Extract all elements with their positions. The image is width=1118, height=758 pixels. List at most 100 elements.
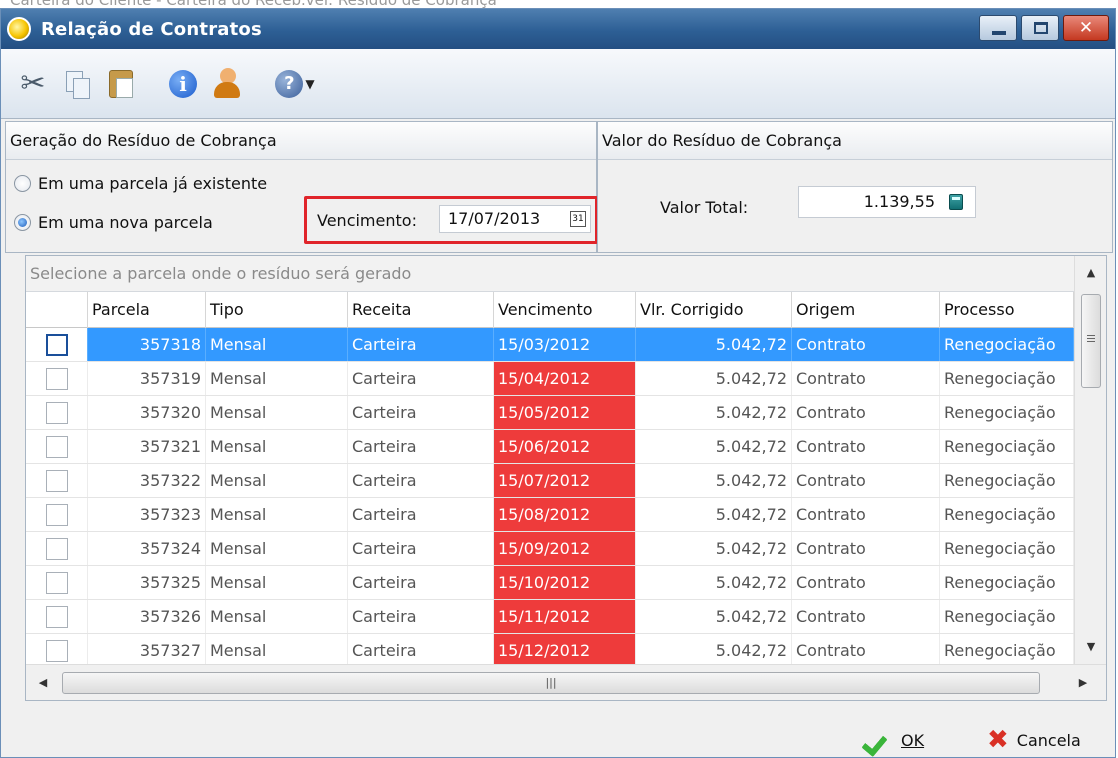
ok-button[interactable]: OK [863, 723, 924, 757]
minimize-button[interactable] [979, 15, 1017, 41]
user-icon [212, 67, 242, 100]
cell-vencimento: 15/06/2012 [494, 430, 636, 463]
row-checkbox[interactable] [45, 605, 68, 628]
maximize-button[interactable] [1021, 15, 1059, 41]
user-button[interactable] [207, 64, 247, 104]
cell-vencimento: 15/12/2012 [494, 634, 636, 667]
cell-parcela: 357324 [88, 532, 206, 565]
radio-new[interactable] [14, 214, 31, 231]
column-header-receita[interactable]: Receita [348, 292, 494, 328]
window-title: Relação de Contratos [41, 18, 262, 40]
ok-label: OK [901, 730, 925, 750]
column-header-select[interactable] [26, 292, 88, 328]
app-logo-icon [7, 17, 31, 41]
cell-processo: Renegociação [940, 498, 1074, 531]
cell-receita: Carteira [348, 396, 494, 429]
horizontal-scroll-thumb[interactable]: ||| [62, 672, 1040, 694]
option-new-installment[interactable]: Em uma nova parcela [14, 213, 213, 232]
cell-receita: Carteira [348, 498, 494, 531]
column-header-processo[interactable]: Processo [940, 292, 1074, 328]
cell-receita: Carteira [348, 600, 494, 633]
cell-origem: Contrato [792, 464, 940, 497]
row-checkbox[interactable] [45, 503, 68, 526]
close-button[interactable]: ✕ [1063, 15, 1109, 41]
residue-generation-panel: Geração do Resíduo de Cobrança Em uma pa… [5, 121, 598, 253]
cell-tipo: Mensal [206, 328, 348, 361]
total-value-input[interactable]: 1.139,55 [798, 186, 976, 218]
cell-processo: Renegociação [940, 566, 1074, 599]
total-value-label: Valor Total: [660, 198, 749, 217]
vertical-scrollbar[interactable]: ▲ ▼ [1074, 256, 1106, 664]
cell-valor: 5.042,72 [636, 464, 792, 497]
grid-caption: Selecione a parcela onde o resíduo será … [26, 256, 1074, 292]
table-row[interactable]: 357323 Mensal Carteira 15/08/2012 5.042,… [26, 498, 1074, 532]
column-header-vencimento[interactable]: Vencimento [494, 292, 636, 328]
row-checkbox[interactable] [45, 537, 68, 560]
option-existing-installment[interactable]: Em uma parcela já existente [14, 174, 267, 193]
copy-icon [66, 70, 90, 99]
scroll-down-icon[interactable]: ▼ [1075, 630, 1106, 664]
row-checkbox[interactable] [45, 333, 68, 356]
column-header-origem[interactable]: Origem [792, 292, 940, 328]
maximize-icon [1034, 22, 1048, 34]
cell-vencimento: 15/05/2012 [494, 396, 636, 429]
table-row[interactable]: 357320 Mensal Carteira 15/05/2012 5.042,… [26, 396, 1074, 430]
cell-receita: Carteira [348, 634, 494, 667]
cell-tipo: Mensal [206, 362, 348, 395]
cell-valor: 5.042,72 [636, 498, 792, 531]
cell-origem: Contrato [792, 634, 940, 667]
cell-vencimento: 15/11/2012 [494, 600, 636, 633]
cell-origem: Contrato [792, 362, 940, 395]
scroll-up-icon[interactable]: ▲ [1075, 256, 1106, 290]
cut-button[interactable]: ✂ [13, 64, 53, 104]
row-checkbox[interactable] [45, 367, 68, 390]
table-row[interactable]: 357319 Mensal Carteira 15/04/2012 5.042,… [26, 362, 1074, 396]
cancel-button[interactable]: ✖ Cancela [987, 723, 1081, 757]
calculator-icon[interactable] [949, 194, 963, 210]
help-button[interactable]: ? ▼ [269, 64, 321, 104]
row-checkbox[interactable] [45, 571, 68, 594]
radio-existing[interactable] [14, 175, 31, 192]
table-row[interactable]: 357325 Mensal Carteira 15/10/2012 5.042,… [26, 566, 1074, 600]
info-button[interactable]: i [163, 64, 203, 104]
help-icon: ? [275, 69, 304, 98]
table-row[interactable]: 357324 Mensal Carteira 15/09/2012 5.042,… [26, 532, 1074, 566]
vertical-scroll-thumb[interactable] [1081, 294, 1101, 388]
cell-processo: Renegociação [940, 600, 1074, 633]
title-bar[interactable]: Relação de Contratos ✕ [1, 9, 1115, 49]
cell-receita: Carteira [348, 566, 494, 599]
table-row[interactable]: 357318 Mensal Carteira 15/03/2012 5.042,… [26, 328, 1074, 362]
row-checkbox[interactable] [45, 401, 68, 424]
column-header-tipo[interactable]: Tipo [206, 292, 348, 328]
horizontal-scrollbar[interactable]: ◀ ||| ▶ [26, 664, 1106, 700]
cell-tipo: Mensal [206, 498, 348, 531]
row-checkbox[interactable] [45, 469, 68, 492]
table-row[interactable]: 357322 Mensal Carteira 15/07/2012 5.042,… [26, 464, 1074, 498]
cell-valor: 5.042,72 [636, 396, 792, 429]
column-header-parcela[interactable]: Parcela [88, 292, 206, 328]
table-row[interactable]: 357327 Mensal Carteira 15/12/2012 5.042,… [26, 634, 1074, 668]
copy-button[interactable] [57, 64, 97, 104]
calendar-icon[interactable]: 31 [570, 211, 586, 227]
cell-valor: 5.042,72 [636, 566, 792, 599]
due-date-label: Vencimento: [317, 211, 417, 230]
paste-button[interactable] [101, 64, 141, 104]
grid-header: Parcela Tipo Receita Vencimento Vlr. Cor… [26, 292, 1074, 328]
table-row[interactable]: 357321 Mensal Carteira 15/06/2012 5.042,… [26, 430, 1074, 464]
due-date-input[interactable]: 17/07/2013 31 [439, 205, 591, 233]
column-header-valor[interactable]: Vlr. Corrigido [636, 292, 792, 328]
cell-processo: Renegociação [940, 464, 1074, 497]
minimize-icon [992, 31, 1006, 35]
option-existing-label: Em uma parcela já existente [38, 174, 268, 193]
due-date-highlight: Vencimento: 17/07/2013 31 [304, 196, 598, 244]
cell-parcela: 357326 [88, 600, 206, 633]
row-checkbox[interactable] [45, 639, 68, 662]
cell-processo: Renegociação [940, 532, 1074, 565]
row-checkbox[interactable] [45, 435, 68, 458]
scroll-left-icon[interactable]: ◀ [26, 665, 60, 700]
cell-valor: 5.042,72 [636, 430, 792, 463]
installments-grid: Selecione a parcela onde o resíduo será … [25, 255, 1107, 701]
table-row[interactable]: 357326 Mensal Carteira 15/11/2012 5.042,… [26, 600, 1074, 634]
scroll-right-icon[interactable]: ▶ [1066, 665, 1100, 700]
cell-receita: Carteira [348, 532, 494, 565]
